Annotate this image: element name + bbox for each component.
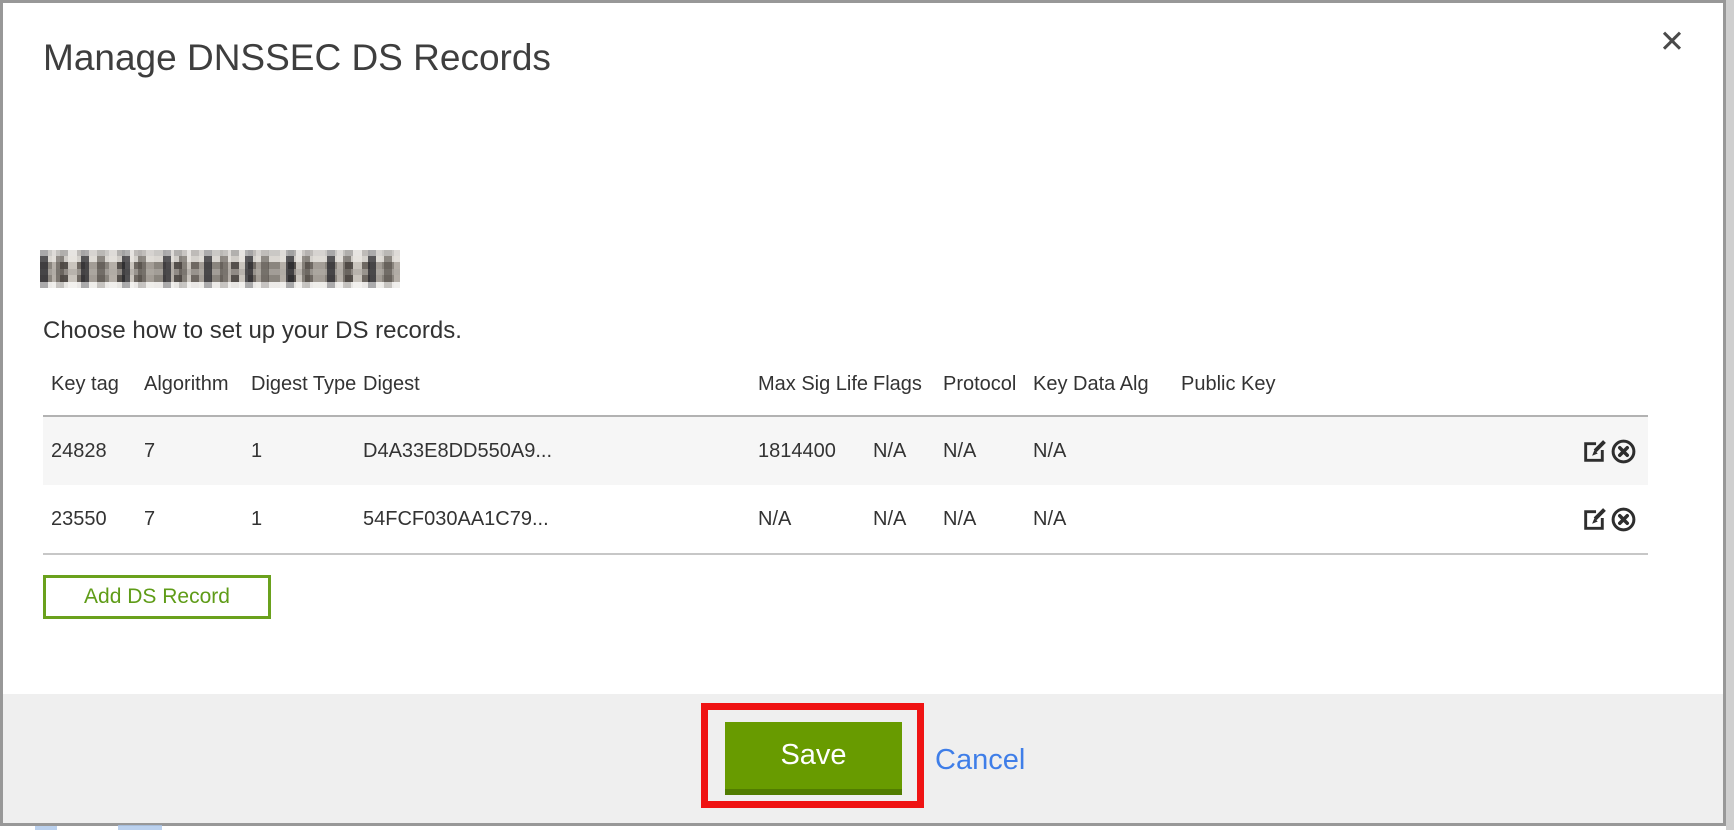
background-content-smudge — [118, 825, 162, 830]
edit-icon — [1581, 511, 1608, 526]
column-header-digest-type: Digest Type — [243, 347, 355, 416]
cancel-link[interactable]: Cancel — [935, 744, 1025, 777]
cell-flags: N/A — [865, 485, 935, 554]
cell-digest-type: 1 — [243, 485, 355, 554]
column-header-key-tag: Key tag — [43, 347, 136, 416]
cell-protocol: N/A — [935, 416, 1025, 485]
ds-records-table: Key tag Algorithm Digest Type Digest Max… — [43, 347, 1648, 555]
cell-digest: D4A33E8DD550A9... — [355, 416, 750, 485]
cell-flags: N/A — [865, 416, 935, 485]
cell-key-data-alg: N/A — [1025, 485, 1173, 554]
close-icon: ✕ — [1659, 24, 1685, 60]
cell-algorithm: 7 — [136, 485, 243, 554]
cell-algorithm: 7 — [136, 416, 243, 485]
cell-public-key — [1173, 416, 1558, 485]
cell-protocol: N/A — [935, 485, 1025, 554]
add-ds-record-button[interactable]: Add DS Record — [43, 575, 271, 619]
column-header-max-sig-life: Max Sig Life — [750, 347, 865, 416]
domain-name-redacted — [40, 250, 400, 288]
column-header-public-key: Public Key — [1173, 347, 1558, 416]
scrollbar[interactable] — [1726, 0, 1734, 830]
table-header-row: Key tag Algorithm Digest Type Digest Max… — [43, 347, 1648, 416]
cell-key-tag: 24828 — [43, 416, 136, 485]
save-button[interactable]: Save — [725, 722, 902, 795]
cell-key-tag: 23550 — [43, 485, 136, 554]
column-header-flags: Flags — [865, 347, 935, 416]
column-header-digest: Digest — [355, 347, 750, 416]
table-row: 23550 7 1 54FCF030AA1C79... N/A N/A N/A … — [43, 485, 1648, 554]
delete-record-button[interactable] — [1609, 438, 1638, 465]
edit-record-button[interactable] — [1580, 438, 1609, 465]
column-header-key-data-alg: Key Data Alg — [1025, 347, 1173, 416]
edit-icon — [1581, 443, 1608, 458]
page-title: Manage DNSSEC DS Records — [43, 33, 1723, 83]
column-header-actions — [1558, 347, 1648, 416]
cell-public-key — [1173, 485, 1558, 554]
column-header-protocol: Protocol — [935, 347, 1025, 416]
modal-footer: Save Cancel — [3, 694, 1723, 823]
delete-icon — [1610, 511, 1637, 526]
cell-digest: 54FCF030AA1C79... — [355, 485, 750, 554]
table-row: 24828 7 1 D4A33E8DD550A9... 1814400 N/A … — [43, 416, 1648, 485]
instruction-text: Choose how to set up your DS records. — [43, 314, 1723, 347]
cell-key-data-alg: N/A — [1025, 416, 1173, 485]
column-header-algorithm: Algorithm — [136, 347, 243, 416]
cell-max-sig-life: N/A — [750, 485, 865, 554]
annotation-highlight-box: Save — [701, 703, 924, 808]
cell-digest-type: 1 — [243, 416, 355, 485]
edit-record-button[interactable] — [1580, 506, 1609, 533]
cell-max-sig-life: 1814400 — [750, 416, 865, 485]
background-content-smudge — [35, 826, 57, 830]
close-button[interactable]: ✕ — [1659, 27, 1685, 58]
delete-record-button[interactable] — [1609, 506, 1638, 533]
dnssec-modal: ✕ Manage DNSSEC DS Records Choose how to… — [0, 0, 1726, 826]
delete-icon — [1610, 443, 1637, 458]
